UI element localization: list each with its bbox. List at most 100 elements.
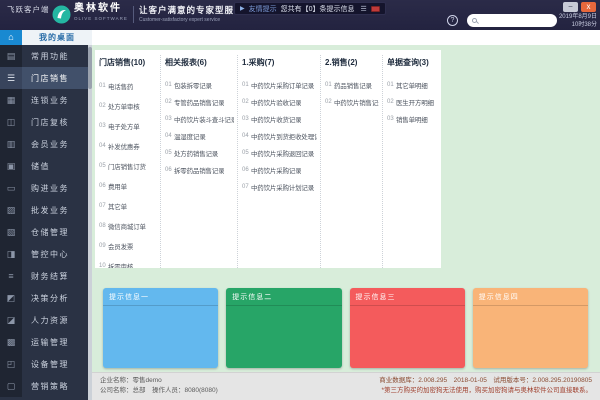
panel-column-1: 门店销售(10)01电话售药02处方单审核03电子处方单04补发优惠券05门店销… bbox=[95, 55, 161, 268]
sidebar-item-7[interactable]: ▭购进业务 bbox=[0, 177, 88, 199]
sidebar-item-3[interactable]: ▦连锁业务 bbox=[0, 89, 88, 111]
shortcut-link[interactable]: 其它单明细 bbox=[396, 80, 428, 90]
shortcut-link[interactable]: 中药饮片装斗查斗记录 bbox=[174, 114, 234, 124]
item-number: 02 bbox=[99, 103, 108, 109]
shortcut-link[interactable]: 电话售药 bbox=[108, 81, 133, 91]
item-number: 04 bbox=[99, 143, 108, 149]
sidebar-item-10[interactable]: ◨管控中心 bbox=[0, 243, 88, 265]
time-text: 10时38分 bbox=[559, 21, 597, 29]
brand-text: 奥林软件 OLIVE SOFTWARE bbox=[74, 4, 128, 24]
sidebar-item-15[interactable]: ◰设备管理 bbox=[0, 353, 88, 375]
shortcut-link[interactable]: 包装拆零记录 bbox=[174, 80, 212, 90]
shortcut-row: 04中药饮片到货拒收处理记录单 bbox=[242, 127, 317, 144]
shortcut-row: 01药品销售记录 bbox=[325, 76, 379, 93]
search-box[interactable] bbox=[467, 14, 557, 27]
shortcut-link[interactable]: 费用单 bbox=[108, 181, 127, 191]
shortcut-link[interactable]: 中药饮片采购计划记录 bbox=[251, 182, 314, 192]
shortcut-row: 02中药饮片销售记录 bbox=[325, 93, 379, 110]
sidebar-item-11[interactable]: ≡财务结算 bbox=[0, 265, 88, 287]
shortcut-link[interactable]: 补发优惠券 bbox=[108, 141, 140, 151]
item-number: 05 bbox=[165, 150, 174, 156]
sidebar-item-label: 设备管理 bbox=[22, 353, 88, 375]
sidebar-item-1[interactable]: ▤常用功能 bbox=[0, 45, 88, 67]
sidebar: ⌂ 我的桌面 ▤常用功能☰门店销售▦连锁业务◫门店复核▥会员业务▣储值▭购进业务… bbox=[0, 30, 92, 400]
shortcut-link[interactable]: 中药饮片采购订单记录 bbox=[251, 80, 314, 90]
sidebar-item-9[interactable]: ▧仓储管理 bbox=[0, 221, 88, 243]
info-card-1[interactable]: 提示信息一 bbox=[103, 288, 218, 368]
shortcut-link[interactable]: 门店销售订货 bbox=[108, 161, 146, 171]
sidebar-item-16[interactable]: ▢营销策略 bbox=[0, 375, 88, 397]
shortcut-link[interactable]: 药品销售记录 bbox=[334, 80, 372, 90]
flag-icon[interactable] bbox=[371, 6, 380, 12]
item-number: 03 bbox=[387, 116, 396, 122]
shortcut-link[interactable]: 中药饮片销售记录 bbox=[334, 97, 379, 107]
item-number: 10 bbox=[99, 263, 108, 268]
item-number: 02 bbox=[165, 99, 174, 105]
shortcut-link[interactable]: 处方药销售记录 bbox=[174, 148, 218, 158]
shortcut-link[interactable]: 中药饮片到货拒收处理记录单 bbox=[251, 131, 317, 141]
item-number: 03 bbox=[99, 123, 108, 129]
shortcut-link[interactable]: 会员发票 bbox=[108, 241, 133, 251]
search-input[interactable] bbox=[480, 16, 552, 25]
sidebar-item-6[interactable]: ▣储值 bbox=[0, 155, 88, 177]
sidebar-item-14[interactable]: ▩运输管理 bbox=[0, 331, 88, 353]
info-card-2[interactable]: 提示信息二 bbox=[226, 288, 341, 368]
shortcut-link[interactable]: 温湿度记录 bbox=[174, 131, 206, 141]
sidebar-item-5[interactable]: ▥会员业务 bbox=[0, 133, 88, 155]
shortcut-row: 03中药饮片收货记录 bbox=[242, 110, 317, 127]
shortcut-row: 01其它单明细 bbox=[387, 76, 438, 93]
play-icon[interactable]: ▶ bbox=[240, 5, 245, 12]
info-card-4[interactable]: 提示信息四 bbox=[473, 288, 588, 368]
notice-text: 您共有【0】条提示信息 bbox=[281, 4, 355, 14]
sidebar-item-label: 门店复核 bbox=[22, 111, 88, 133]
analysis-icon: ◩ bbox=[0, 287, 22, 309]
shortcut-link[interactable]: 销售单明细 bbox=[396, 114, 428, 124]
shortcut-row: 07中药饮片采购计划记录 bbox=[242, 178, 317, 195]
brand-name: 奥林软件 bbox=[74, 4, 128, 14]
sidebar-item-13[interactable]: ◪人力资源 bbox=[0, 309, 88, 331]
help-icon[interactable]: ? bbox=[447, 15, 458, 26]
slogan: 让客户满意的专家型服务 Customer-satisfactory expert… bbox=[139, 5, 244, 25]
shortcut-row: 10拆零审核 bbox=[99, 256, 157, 268]
sidebar-item-8[interactable]: ▨批发业务 bbox=[0, 199, 88, 221]
shortcut-link[interactable]: 专管药品销售记录 bbox=[174, 97, 224, 107]
sidebar-item-4[interactable]: ◫门店复核 bbox=[0, 111, 88, 133]
sidebar-item-label: 管控中心 bbox=[22, 243, 88, 265]
panel-column-2: 相关报表(6)01包装拆零记录02专管药品销售记录03中药饮片装斗查斗记录04温… bbox=[161, 55, 238, 268]
shortcut-link[interactable]: 拆零审核 bbox=[108, 261, 133, 268]
shortcut-link[interactable]: 中药饮片采购退回记录 bbox=[251, 148, 314, 158]
shortcut-row: 05中药饮片采购退回记录 bbox=[242, 144, 317, 161]
shortcut-link[interactable]: 处方单审核 bbox=[108, 101, 140, 111]
column-header: 2.销售(2) bbox=[325, 57, 379, 68]
shortcut-row: 08微信商城订单 bbox=[99, 216, 157, 236]
datetime: 2019年8月9日 10时38分 bbox=[559, 13, 597, 29]
home-button[interactable]: ⌂ bbox=[0, 30, 22, 45]
shortcut-link[interactable]: 其它单 bbox=[108, 201, 127, 211]
shortcut-row: 03中药饮片装斗查斗记录 bbox=[165, 110, 234, 127]
sidebar-item-label: 批发业务 bbox=[22, 199, 88, 221]
shortcut-row: 02处方单审核 bbox=[99, 96, 157, 116]
shortcut-link[interactable]: 微信商城订单 bbox=[108, 221, 146, 231]
shortcut-link[interactable]: 中药饮片收货记录 bbox=[251, 114, 301, 124]
finance-icon: ≡ bbox=[0, 265, 22, 287]
item-number: 06 bbox=[242, 167, 251, 173]
shortcut-link[interactable]: 电子处方单 bbox=[108, 121, 140, 131]
sidebar-item-label: 会员业务 bbox=[22, 133, 88, 155]
tab-my-desktop[interactable]: 我的桌面 bbox=[22, 30, 92, 45]
marketing-icon: ▢ bbox=[0, 375, 22, 397]
shortcut-link[interactable]: 中药饮片采购记录 bbox=[251, 165, 301, 175]
sidebar-item-12[interactable]: ◩决策分析 bbox=[0, 287, 88, 309]
shortcut-link[interactable]: 医生开方明细 bbox=[396, 97, 434, 107]
notice-bar: ▶ 友情提示 您共有【0】条提示信息 ☰ bbox=[234, 2, 386, 15]
content-top-strip bbox=[92, 30, 600, 45]
info-card-3[interactable]: 提示信息三 bbox=[350, 288, 465, 368]
item-number: 01 bbox=[165, 82, 174, 88]
transport-icon: ▩ bbox=[0, 331, 22, 353]
shortcut-link[interactable]: 拆零药品销售记录 bbox=[174, 165, 224, 175]
sidebar-item-label: 购进业务 bbox=[22, 177, 88, 199]
sidebar-item-2[interactable]: ☰门店销售 bbox=[0, 67, 88, 89]
shortcut-link[interactable]: 中药饮片验收记录 bbox=[251, 97, 301, 107]
close-button[interactable]: x bbox=[581, 2, 596, 12]
menu-icon[interactable]: ☰ bbox=[361, 5, 367, 13]
minimize-button[interactable]: − bbox=[563, 2, 578, 12]
